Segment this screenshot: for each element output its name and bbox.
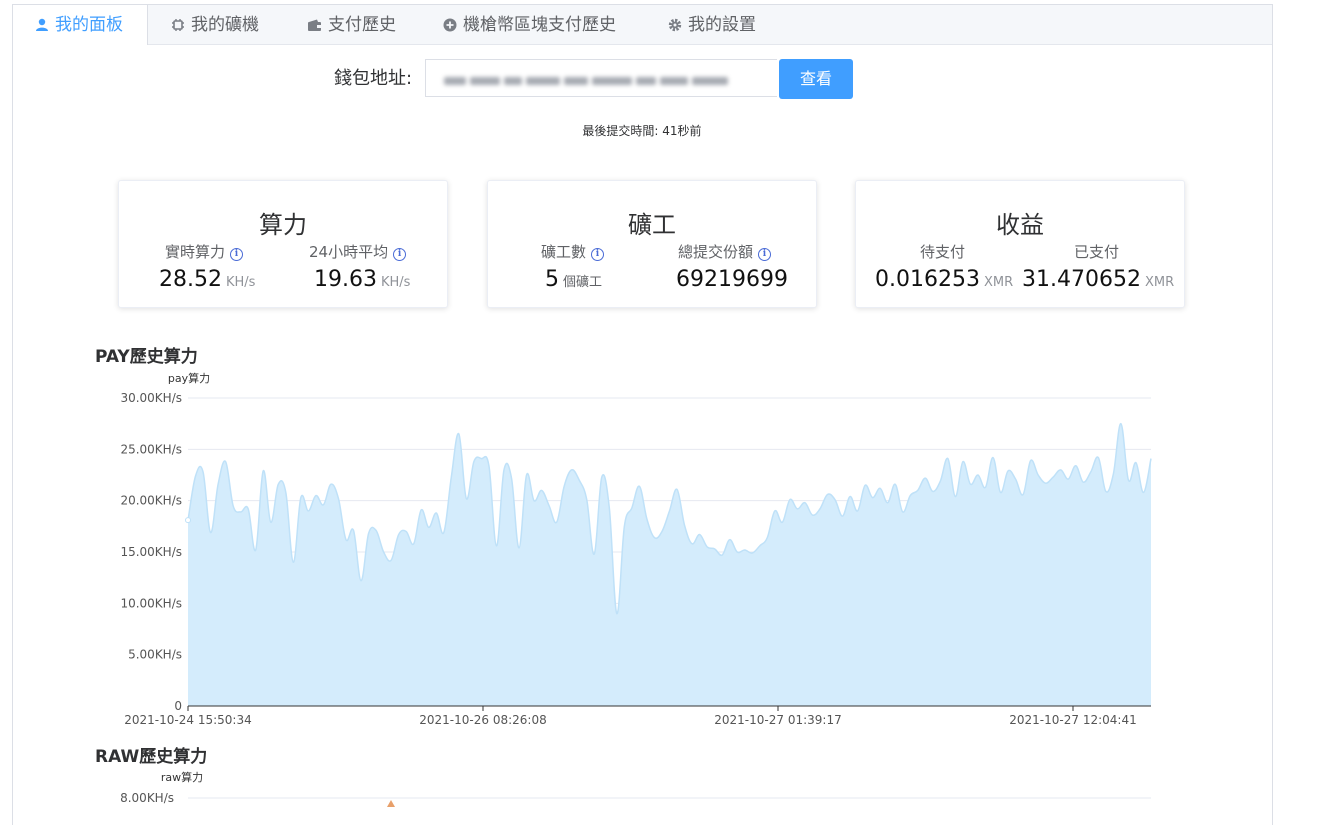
y-tick-label: 25.00KH/s xyxy=(120,442,182,456)
y-tick-label: 30.00KH/s xyxy=(120,391,182,405)
hashrate-charts: 0 5.00KH/s 10.00KH/s 15.00KH/s 20.00KH/s 25.0… xyxy=(120,371,1152,807)
x-tick-label: 2021-10-27 01:39:17 xyxy=(714,713,841,727)
y-tick-label: 0 xyxy=(174,699,182,713)
x-tick-label: 2021-10-27 12:04:41 xyxy=(1009,713,1136,727)
y-tick-label: 20.00KH/s xyxy=(120,494,182,508)
pay-series-area xyxy=(188,423,1151,706)
y-tick-label: 8.00KH/s xyxy=(120,791,174,805)
y-tick-label: 15.00KH/s xyxy=(120,545,182,559)
raw-series-peak xyxy=(387,800,395,807)
y-axis-name: raw算力 xyxy=(161,770,203,784)
data-point xyxy=(185,517,191,524)
y-tick-label: 10.00KH/s xyxy=(120,596,182,610)
y-tick-label: 5.00KH/s xyxy=(128,648,182,662)
x-tick-label: 2021-10-24 15:50:34 xyxy=(124,713,251,727)
y-axis-name: pay算力 xyxy=(168,371,210,385)
x-tick-label: 2021-10-26 08:26:08 xyxy=(419,713,546,727)
